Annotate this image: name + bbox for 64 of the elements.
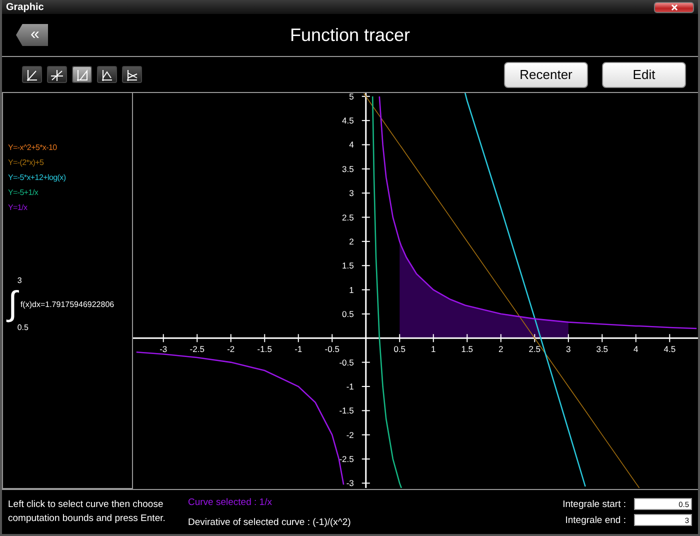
x-tick-label: 2.5 <box>528 344 541 354</box>
function-legend-item[interactable]: Y=-5+1/x <box>8 188 132 197</box>
function-graph[interactable]: -3 -2.5 -2 -1.5 -1 -0.5 0.5 1 1.5 2 2.5 3 3.5 4 4.5 -3 -2.5 -2 -1.5 -1 -0.5 0.5 1 1.5 2 2.5 3 3.5 4 4.5 5 <box>133 93 698 488</box>
page-title: Function tracer <box>290 24 410 44</box>
y-tick-label: 3 <box>349 188 354 198</box>
y-tick-label: -0.5 <box>339 357 354 368</box>
selected-curve-text: Curve selected : 1/x <box>188 496 273 508</box>
y-tick-label: 3.5 <box>342 164 354 174</box>
y-tick-label: 0.5 <box>342 308 354 319</box>
graph-tool-button[interactable] <box>47 66 67 83</box>
y-tick-label: 1.5 <box>342 260 354 271</box>
x-tick-label: 4 <box>634 344 638 354</box>
graph-tool-icon <box>75 68 89 82</box>
graph-tool-button[interactable] <box>97 66 117 83</box>
function-legend-item[interactable]: Y=-5*x+12+log(x) <box>8 173 132 182</box>
derivative-text: Devirative of selected curve : (-1)/(x^2) <box>188 516 351 528</box>
x-tick-label: -0.5 <box>324 344 340 354</box>
function-legend-item[interactable]: Y=-x^2+5*x-10 <box>8 143 132 152</box>
window-title: Graphic <box>6 2 44 12</box>
x-tick-label: 2 <box>498 344 504 354</box>
x-tick-label: -1 <box>294 344 302 354</box>
instructions-text: Left click to select curve then choose computation bounds and press Enter. <box>8 498 166 526</box>
function-curve[interactable] <box>364 93 640 488</box>
field-label: Integrale end : <box>565 514 626 526</box>
y-tick-label: 2.5 <box>342 212 354 222</box>
x-tick-label: 3.5 <box>596 344 608 354</box>
x-tick-label: -2.5 <box>190 344 204 354</box>
close-button[interactable] <box>654 2 694 12</box>
x-tick-label: -2 <box>227 344 235 354</box>
integral-result: f(x)dx=1.79175946922806 <box>20 300 114 308</box>
y-tick-label: -1.5 <box>339 406 354 416</box>
upper-bound: 3 <box>17 276 23 285</box>
graph-tool-icon <box>25 68 39 82</box>
x-tick-label: 1 <box>431 344 436 354</box>
function-legend-item[interactable]: Y=1/x <box>8 203 132 212</box>
graph-tool-icon <box>125 68 139 82</box>
graph-tool-icon <box>100 68 114 82</box>
y-tick-label: 4.5 <box>342 116 354 126</box>
x-tick-label: -1.5 <box>257 344 272 354</box>
function-legend-item[interactable]: Y=-(2*x)+5 <box>8 158 132 167</box>
back-button[interactable]: « <box>16 24 48 46</box>
y-tick-label: 1 <box>349 284 354 295</box>
close-icon <box>670 4 678 10</box>
x-tick-label: 1.5 <box>461 344 474 354</box>
graph-tool-icon <box>50 68 64 82</box>
x-tick-label: 3 <box>566 344 571 354</box>
toolbar-button[interactable]: Recenter <box>504 62 588 88</box>
y-tick-label: -2.5 <box>339 454 354 464</box>
x-tick-label: 4.5 <box>664 344 676 354</box>
y-tick-label: -1 <box>346 381 354 392</box>
toolbar-button[interactable]: Edit <box>602 62 686 88</box>
y-tick-label: 4 <box>349 140 354 150</box>
field-label: Integrale start : <box>562 498 626 510</box>
y-tick-label: 2 <box>349 236 354 246</box>
x-tick-label: -3 <box>160 344 168 354</box>
integral-symbol: ∫ <box>8 284 18 324</box>
graph-tool-button[interactable] <box>122 66 142 83</box>
x-tick-label: 0.5 <box>394 344 406 354</box>
lower-bound: 0.5 <box>17 323 28 332</box>
y-tick-label: -2 <box>346 430 354 440</box>
y-tick-label: 5 <box>349 93 354 102</box>
y-tick-label: -3 <box>346 478 354 488</box>
graph-tool-button[interactable] <box>72 66 92 83</box>
graph-tool-button[interactable] <box>22 66 42 83</box>
